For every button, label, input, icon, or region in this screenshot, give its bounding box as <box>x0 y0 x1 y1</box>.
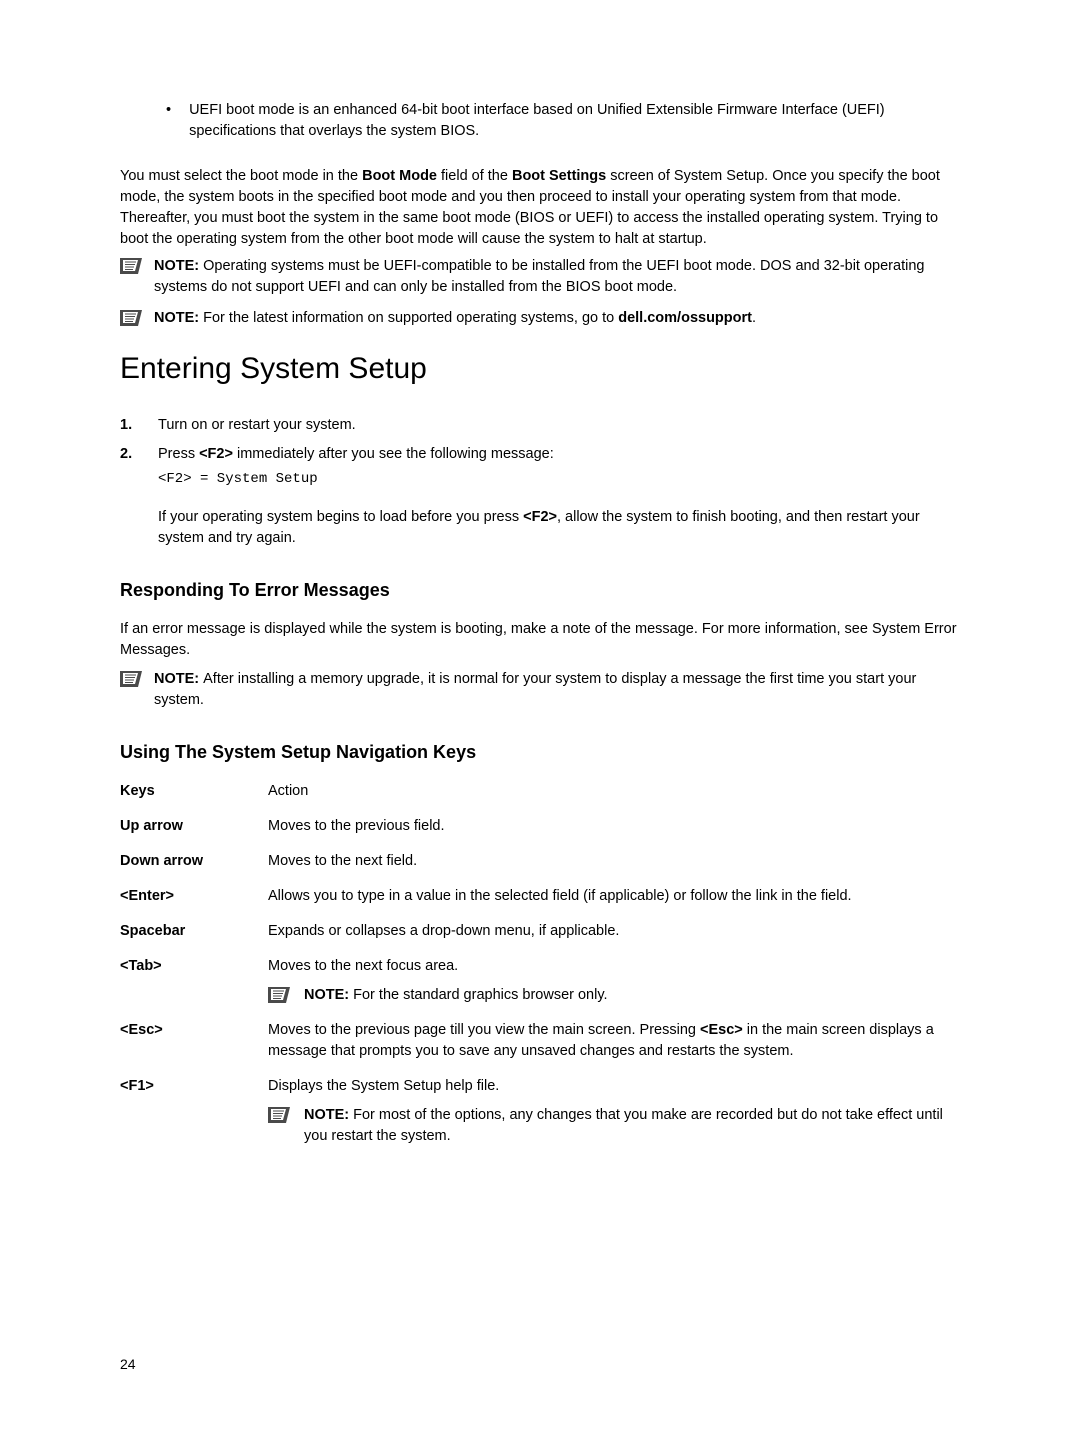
paragraph-boot-mode: You must select the boot mode in the Boo… <box>120 166 960 250</box>
step-number: 2. <box>120 444 158 499</box>
step-1: 1. Turn on or restart your system. <box>120 415 960 436</box>
step-body: Turn on or restart your system. <box>158 415 960 436</box>
key-name: Spacebar <box>120 921 268 942</box>
step-2-subtext: If your operating system begins to load … <box>158 507 960 549</box>
note-ossupport: NOTE: For the latest information on supp… <box>120 308 960 329</box>
key-action: Expands or collapses a drop-down menu, i… <box>268 921 960 942</box>
heading-entering-system-setup: Entering System Setup <box>120 347 960 391</box>
key-name: <Esc> <box>120 1020 268 1062</box>
bullet-item: • UEFI boot mode is an enhanced 64-bit b… <box>166 100 960 142</box>
table-header: Keys Action <box>120 781 960 802</box>
table-header-action: Action <box>268 781 960 802</box>
key-action: Allows you to type in a value in the sel… <box>268 886 960 907</box>
key-name: <F1> <box>120 1076 268 1147</box>
table-header-keys: Keys <box>120 781 268 802</box>
note-icon <box>120 671 142 687</box>
step-body: Press <F2> immediately after you see the… <box>158 444 960 499</box>
key-action: Displays the System Setup help file. NOT… <box>268 1076 960 1147</box>
key-action: Moves to the previous field. <box>268 816 960 837</box>
table-row-tab: <Tab> Moves to the next focus area. NOTE… <box>120 956 960 1006</box>
note-icon <box>120 258 142 274</box>
heading-navigation-keys: Using The System Setup Navigation Keys <box>120 739 960 765</box>
bullet-marker: • <box>166 100 171 142</box>
key-name: Up arrow <box>120 816 268 837</box>
table-row-f1: <F1> Displays the System Setup help file… <box>120 1076 960 1147</box>
step-number: 1. <box>120 415 158 436</box>
table-row: Down arrow Moves to the next field. <box>120 851 960 872</box>
paragraph-error-messages: If an error message is displayed while t… <box>120 619 960 661</box>
table-row-esc: <Esc> Moves to the previous page till yo… <box>120 1020 960 1062</box>
note-icon <box>268 987 290 1003</box>
key-action: Moves to the next focus area. NOTE: For … <box>268 956 960 1006</box>
note-tab: NOTE: For the standard graphics browser … <box>268 985 960 1006</box>
table-row: Up arrow Moves to the previous field. <box>120 816 960 837</box>
navigation-keys-table: Keys Action Up arrow Moves to the previo… <box>120 781 960 1147</box>
note-uefi-compatible: NOTE: Operating systems must be UEFI-com… <box>120 256 960 298</box>
note-memory-upgrade: NOTE: After installing a memory upgrade,… <box>120 669 960 711</box>
note-body: NOTE: Operating systems must be UEFI-com… <box>154 256 960 298</box>
key-name: <Tab> <box>120 956 268 1006</box>
note-icon <box>120 310 142 326</box>
note-body: NOTE: For the latest information on supp… <box>154 308 756 329</box>
step-2: 2. Press <F2> immediately after you see … <box>120 444 960 499</box>
page-number: 24 <box>120 1354 136 1374</box>
table-row: <Enter> Allows you to type in a value in… <box>120 886 960 907</box>
heading-responding-error: Responding To Error Messages <box>120 577 960 603</box>
key-name: <Enter> <box>120 886 268 907</box>
code-sample: <F2> = System Setup <box>158 469 960 489</box>
table-row: Spacebar Expands or collapses a drop-dow… <box>120 921 960 942</box>
note-f1: NOTE: For most of the options, any chang… <box>268 1105 960 1147</box>
key-action: Moves to the next field. <box>268 851 960 872</box>
bullet-text: UEFI boot mode is an enhanced 64-bit boo… <box>189 100 960 142</box>
note-icon <box>268 1107 290 1123</box>
note-body: NOTE: After installing a memory upgrade,… <box>154 669 960 711</box>
key-name: Down arrow <box>120 851 268 872</box>
key-action: Moves to the previous page till you view… <box>268 1020 960 1062</box>
